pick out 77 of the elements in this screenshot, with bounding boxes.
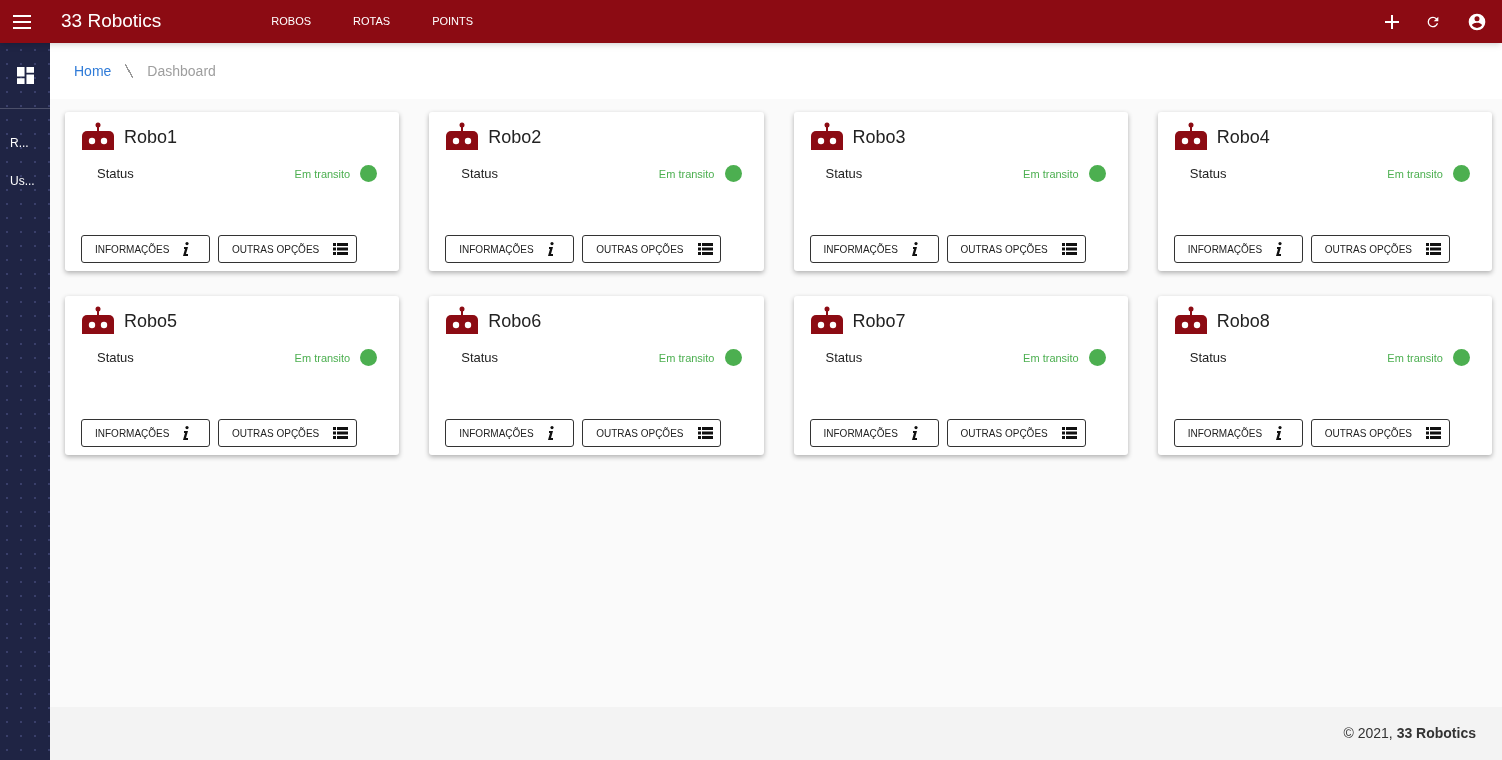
sidebar-item[interactable]: R... [10,134,50,152]
options-button[interactable]: OUTRAS OPÇÕES [218,235,357,263]
status-text: Em transito [658,350,715,366]
dashboard-icon[interactable] [16,67,34,84]
options-button[interactable]: OUTRAS OPÇÕES [582,235,722,263]
info-icon [547,426,554,440]
menu-icon[interactable] [13,14,31,29]
robot-icon [1173,122,1208,152]
list-icon [1426,243,1441,255]
nav-link[interactable]: POINTS [416,13,490,30]
robot-icon [809,122,844,152]
nav-link[interactable]: ROTAS [337,13,407,30]
robot-name: Robo2 [488,125,542,149]
options-button[interactable]: OUTRAS OPÇÕES [946,419,1086,447]
info-button[interactable]: INFORMAÇÕES [445,235,575,263]
options-button[interactable]: OUTRAS OPÇÕES [582,419,722,447]
robot-name: Robo7 [852,309,906,333]
info-button[interactable]: INFORMAÇÕES [1173,235,1303,263]
robot-name: Robo1 [124,125,178,149]
robot-icon [81,122,115,152]
add-icon[interactable] [1385,14,1399,29]
info-icon [1276,242,1283,256]
sidebar-item[interactable]: Us... [10,172,50,190]
list-icon [333,243,349,255]
status-text: Em transito [1023,166,1079,182]
app-title: 33 Robotics [61,9,162,34]
info-icon [911,242,918,256]
options-button[interactable]: OUTRAS OPÇÕES [1310,235,1450,263]
info-button[interactable]: INFORMAÇÕES [809,419,939,447]
status-label: Status [97,165,134,183]
status-text: Em transito [294,166,351,182]
list-icon [697,243,713,255]
status-label: Status [1189,349,1227,367]
robot-name: Robo5 [124,309,178,333]
robot-name: Robo3 [852,125,906,149]
robot-icon [445,122,480,152]
list-icon [697,427,713,439]
robot-name: Robo8 [1216,309,1270,333]
info-icon [911,426,918,440]
info-icon [183,242,190,256]
robot-icon [81,306,115,336]
info-icon [183,426,190,440]
info-button[interactable]: INFORMAÇÕES [809,235,939,263]
status-label: Status [825,165,863,183]
list-icon [1426,427,1441,439]
status-text: Em transito [1387,350,1443,366]
status-text: Em transito [294,350,351,366]
list-icon [333,427,349,439]
robot-icon [809,306,844,336]
status-label: Status [825,349,863,367]
breadcrumb-link[interactable]: Home [74,60,112,82]
breadcrumb-current: Dashboard [147,61,216,81]
info-button[interactable]: INFORMAÇÕES [81,419,210,447]
list-icon [1061,243,1077,255]
info-button[interactable]: INFORMAÇÕES [1173,419,1303,447]
status-text: Em transito [1023,350,1079,366]
status-label: Status [461,349,499,367]
status-text: Em transito [658,166,715,182]
status-label: Status [1189,165,1227,183]
robot-icon [1173,306,1208,336]
status-label: Status [461,165,499,183]
status-text: Em transito [1387,166,1443,182]
robot-name: Robo6 [488,309,542,333]
status-label: Status [97,349,134,367]
info-button[interactable]: INFORMAÇÕES [81,235,210,263]
options-button[interactable]: OUTRAS OPÇÕES [946,235,1086,263]
options-button[interactable]: OUTRAS OPÇÕES [218,419,357,447]
info-button[interactable]: INFORMAÇÕES [445,419,575,447]
robot-name: Robo4 [1216,125,1270,149]
info-icon [547,242,554,256]
nav-link[interactable]: ROBOS [255,13,328,30]
info-icon [1276,426,1283,440]
options-button[interactable]: OUTRAS OPÇÕES [1310,419,1450,447]
robot-icon [445,306,480,336]
list-icon [1061,427,1077,439]
copyright-text: © 2021, 33 Robotics [1343,724,1476,743]
account-icon[interactable] [1467,11,1487,32]
